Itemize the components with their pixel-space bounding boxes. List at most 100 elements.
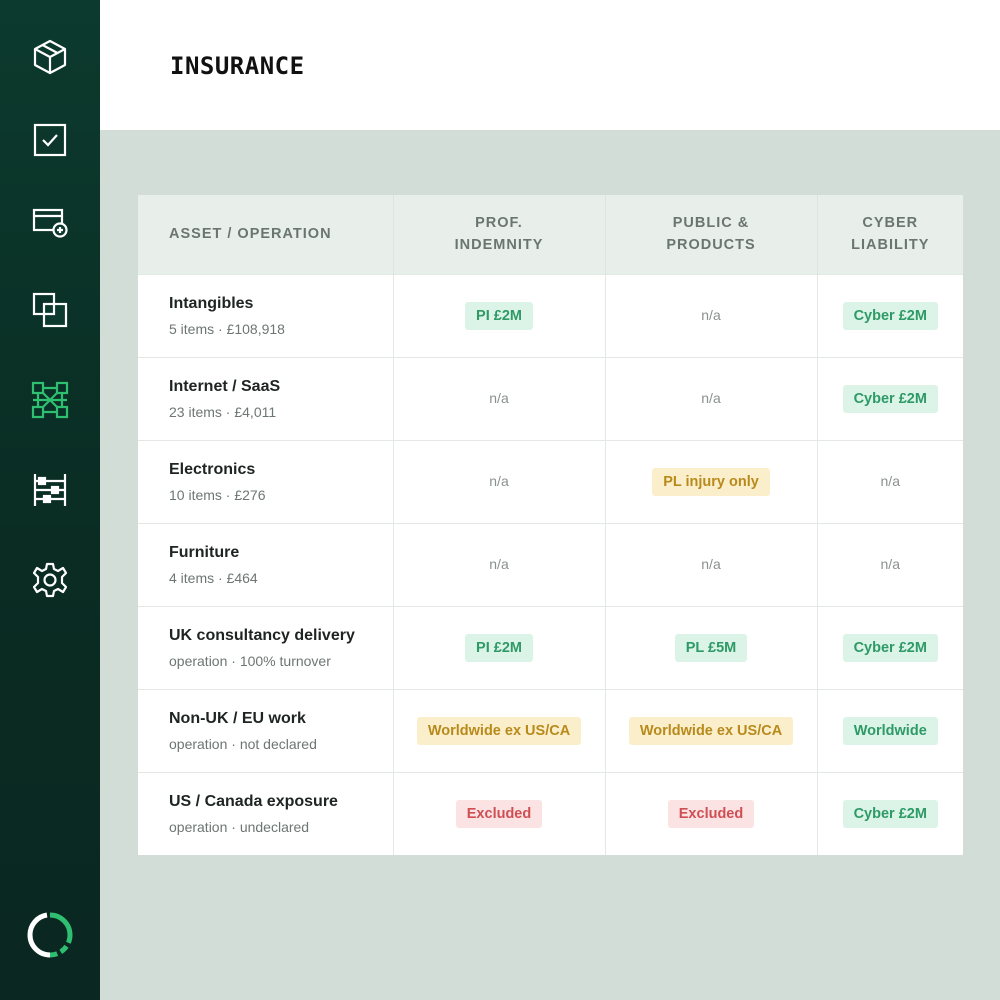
- column-header-prof-indemnity: PROF. INDEMNITY: [393, 195, 606, 274]
- coverage-badge[interactable]: PI £2M: [465, 633, 533, 662]
- coverage-badge[interactable]: PL injury only: [652, 467, 770, 496]
- table-row[interactable]: Furniture 4 items · £464 n/a n/a n/a: [138, 522, 963, 606]
- nav-item-payments[interactable]: [25, 197, 75, 247]
- column-header-public-products: PUBLIC & PRODUCTS: [605, 195, 818, 274]
- asset-summary: operation · undeclared: [169, 818, 310, 835]
- not-applicable-text: n/a: [489, 389, 509, 406]
- asset-name: UK consultancy delivery: [169, 626, 355, 644]
- coverage-cell: Cyber £2M: [817, 771, 963, 855]
- asset-name: US / Canada exposure: [169, 792, 338, 810]
- coverage-cell: Cyber £2M: [817, 273, 963, 357]
- coverage-cell: n/a: [393, 439, 606, 523]
- coverage-cell: Excluded: [605, 771, 818, 855]
- nav-item-settings[interactable]: [25, 555, 75, 605]
- coverage-cell: Cyber £2M: [817, 356, 963, 440]
- table-row[interactable]: Internet / SaaS 23 items · £4,011 n/a n/a Cy…: [138, 356, 963, 440]
- nav-item-accounting[interactable]: [25, 465, 75, 515]
- coverage-badge[interactable]: Cyber £2M: [842, 384, 938, 413]
- not-applicable-text: n/a: [880, 472, 900, 489]
- box-icon: [33, 39, 67, 75]
- column-header-label: PUBLIC &: [672, 215, 750, 232]
- asset-name: Internet / SaaS: [169, 377, 281, 395]
- card-add-icon: [32, 208, 68, 238]
- coverage-cell: n/a: [393, 522, 606, 606]
- asset-cell: UK consultancy delivery operation · 100% …: [138, 605, 394, 689]
- network-grid-icon: [31, 381, 69, 419]
- coverage-badge[interactable]: Cyber £2M: [842, 301, 938, 330]
- coverage-badge[interactable]: Worldwide ex US/CA: [628, 716, 794, 745]
- asset-cell: Intangibles 5 items · £108,918: [138, 273, 394, 357]
- not-applicable-text: n/a: [489, 472, 509, 489]
- coverage-cell: n/a: [605, 522, 818, 606]
- coverage-badge[interactable]: Worldwide: [842, 716, 938, 745]
- asset-summary: operation · 100% turnover: [169, 652, 331, 669]
- table-header-row: ASSET / OPERATION PROF. INDEMNITY PUBLIC …: [138, 195, 963, 274]
- coverage-badge[interactable]: Cyber £2M: [842, 799, 938, 828]
- nav-item-documents[interactable]: [25, 285, 75, 335]
- table-row[interactable]: Electronics 10 items · £276 n/a PL injury o…: [138, 439, 963, 523]
- coverage-cell: Worldwide ex US/CA: [605, 688, 818, 772]
- asset-summary: 10 items · £276: [169, 486, 266, 503]
- column-header-asset: ASSET / OPERATION: [138, 195, 394, 274]
- coverage-badge[interactable]: PL £5M: [674, 633, 748, 662]
- nav-item-assets[interactable]: [25, 32, 75, 82]
- coverage-cell: Cyber £2M: [817, 605, 963, 689]
- coverage-cell: n/a: [605, 273, 818, 357]
- gear-icon: [32, 562, 68, 598]
- coverage-cell: n/a: [393, 356, 606, 440]
- coverage-badge[interactable]: Excluded: [455, 799, 543, 828]
- column-header-cyber-liability: CYBER LIABILITY: [817, 195, 963, 274]
- page-title: INSURANCE: [170, 52, 305, 80]
- asset-cell: Non-UK / EU work operation · not declared: [138, 688, 394, 772]
- insurance-coverage-table: ASSET / OPERATION PROF. INDEMNITY PUBLIC …: [138, 195, 963, 855]
- sidebar: [0, 0, 100, 1000]
- column-header-label: PROF.: [475, 215, 523, 232]
- not-applicable-text: n/a: [701, 555, 721, 572]
- asset-cell: US / Canada exposure operation · undeclar…: [138, 771, 394, 855]
- not-applicable-text: n/a: [880, 555, 900, 572]
- coverage-cell: PL injury only: [605, 439, 818, 523]
- asset-name: Intangibles: [169, 294, 254, 312]
- column-header-label: INDEMNITY: [454, 237, 544, 254]
- coverage-cell: n/a: [605, 356, 818, 440]
- asset-summary: 4 items · £464: [169, 569, 258, 586]
- asset-name: Non-UK / EU work: [169, 709, 306, 727]
- checkbox-icon: [33, 123, 67, 157]
- asset-name: Electronics: [169, 460, 256, 478]
- coverage-table: ASSET / OPERATION PROF. INDEMNITY PUBLIC …: [138, 195, 963, 855]
- coverage-badge[interactable]: Excluded: [667, 799, 755, 828]
- table-row[interactable]: Non-UK / EU work operation · not declared…: [138, 688, 963, 772]
- coverage-cell: PL £5M: [605, 605, 818, 689]
- nav-item-tasks[interactable]: [25, 115, 75, 165]
- not-applicable-text: n/a: [701, 389, 721, 406]
- column-header-label: CYBER: [862, 215, 919, 232]
- coverage-cell: Worldwide ex US/CA: [393, 688, 606, 772]
- copy-icon: [32, 292, 68, 328]
- coverage-badge[interactable]: Worldwide ex US/CA: [416, 716, 582, 745]
- coverage-cell: n/a: [817, 522, 963, 606]
- coverage-cell: PI £2M: [393, 605, 606, 689]
- asset-summary: 5 items · £108,918: [169, 320, 285, 337]
- asset-summary: 23 items · £4,011: [169, 403, 277, 420]
- not-applicable-text: n/a: [701, 306, 721, 323]
- coverage-badge[interactable]: PI £2M: [465, 301, 533, 330]
- column-header-label: PRODUCTS: [666, 237, 756, 254]
- table-row[interactable]: US / Canada exposure operation · undeclar…: [138, 771, 963, 855]
- asset-summary: operation · not declared: [169, 735, 317, 752]
- coverage-cell: PI £2M: [393, 273, 606, 357]
- coverage-badge[interactable]: Cyber £2M: [842, 633, 938, 662]
- coverage-cell: n/a: [817, 439, 963, 523]
- not-applicable-text: n/a: [489, 555, 509, 572]
- nav-item-insurance[interactable]: [25, 375, 75, 425]
- asset-name: Furniture: [169, 543, 240, 561]
- coverage-cell: Excluded: [393, 771, 606, 855]
- abacus-icon: [33, 474, 67, 506]
- asset-cell: Electronics 10 items · £276: [138, 439, 394, 523]
- asset-cell: Internet / SaaS 23 items · £4,011: [138, 356, 394, 440]
- asset-cell: Furniture 4 items · £464: [138, 522, 394, 606]
- table-row[interactable]: Intangibles 5 items · £108,918 PI £2M n/a Cy…: [138, 273, 963, 357]
- loading-ring-logo[interactable]: [25, 910, 75, 960]
- page-header: INSURANCE: [100, 0, 1000, 130]
- table-row[interactable]: UK consultancy delivery operation · 100% …: [138, 605, 963, 689]
- column-header-label: ASSET / OPERATION: [169, 226, 332, 243]
